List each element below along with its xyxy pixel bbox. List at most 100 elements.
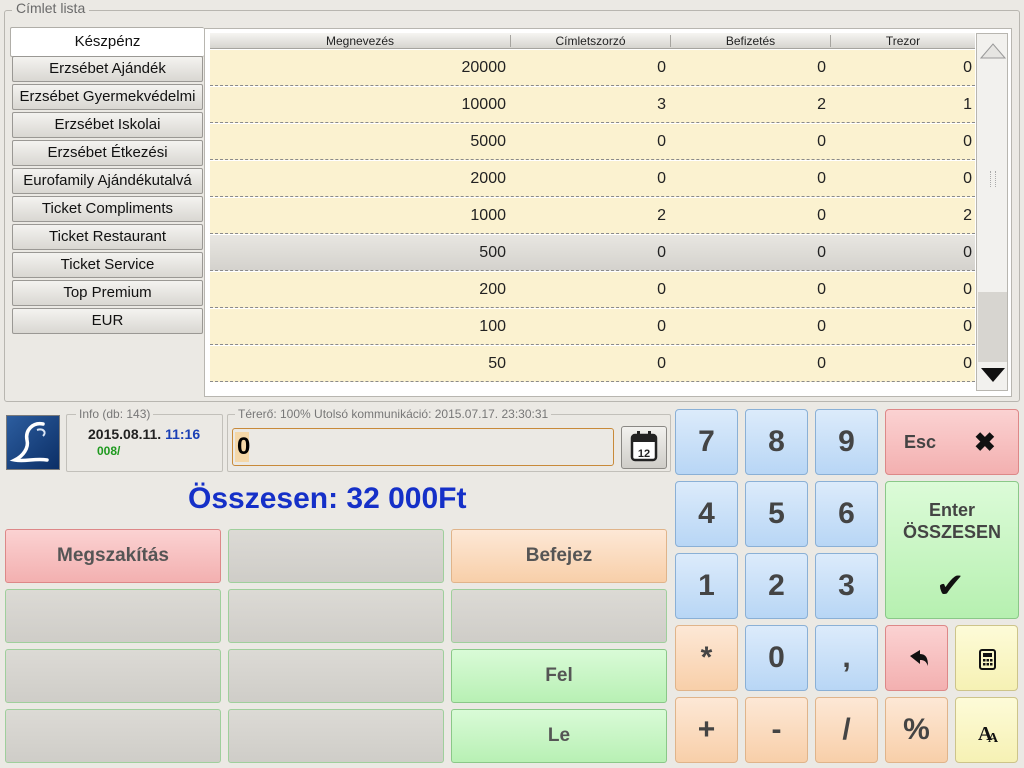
key-3[interactable]: 3 [815,553,878,619]
empty-button[interactable] [5,709,221,763]
amount-input[interactable] [232,428,614,466]
category-ticket-service[interactable]: Ticket Service [12,252,203,278]
key-minus[interactable]: - [745,697,808,763]
key-6[interactable]: 6 [815,481,878,547]
denomination-table: Megnevezés Címletszorzó Befizetés Trezor… [204,28,1012,397]
key-divide[interactable]: / [815,697,878,763]
cancel-button[interactable]: Megszakítás [5,529,221,583]
key-label: 6 [838,497,855,530]
key-label: 1 [698,569,715,602]
cell-multiplier: 2 [657,207,666,224]
down-button[interactable]: Le [451,709,667,763]
empty-button[interactable] [451,589,667,643]
scroll-track-lower[interactable] [978,292,1007,362]
info-code: 008/ [97,444,121,458]
key-0[interactable]: 0 [745,625,808,691]
table-row[interactable]: 1000 2 0 2 [210,198,975,234]
key-4[interactable]: 4 [675,481,738,547]
category-ticket-compliments[interactable]: Ticket Compliments [12,196,203,222]
col-header-name[interactable]: Megnevezés [210,34,510,48]
category-ticket-restaurant[interactable]: Ticket Restaurant [12,224,203,250]
table-scrollbar[interactable] [976,33,1008,391]
table-row[interactable]: 100 0 0 0 [210,309,975,345]
cancel-button-label: Megszakítás [57,545,169,566]
info-datetime: 2015.08.11. 11:16 [88,426,200,442]
empty-button[interactable] [228,649,444,703]
table-row[interactable]: 20000 0 0 0 [210,50,975,86]
cell-name: 20000 [461,59,507,76]
up-button[interactable]: Fel [451,649,667,703]
enter-total-button[interactable]: Enter ÖSSZESEN ✔ [885,481,1019,619]
key-comma[interactable]: , [815,625,878,691]
key-label: + [697,713,716,746]
close-icon: ✖ [974,427,996,457]
key-1[interactable]: 1 [675,553,738,619]
cell-safe: 0 [963,133,972,150]
font-size-icon: A A [978,723,999,746]
empty-button[interactable] [228,709,444,763]
col-header-safe[interactable]: Trezor [831,34,975,48]
key-percent[interactable]: % [885,697,948,763]
cell-multiplier: 0 [657,170,666,187]
cell-multiplier: 0 [657,133,666,150]
empty-button[interactable] [228,529,444,583]
key-7[interactable]: 7 [675,409,738,475]
key-label: , [842,641,851,674]
col-header-multiplier[interactable]: Címletszorzó [511,34,670,48]
calendar-button[interactable]: 12 [621,426,667,469]
up-button-label: Fel [545,665,573,686]
calculator-button[interactable] [955,625,1018,691]
table-row[interactable]: 50 0 0 0 [210,346,975,382]
key-label: 4 [698,497,715,530]
category-erzsebet-ajandek[interactable]: Erzsébet Ajándék [12,56,203,82]
category-top-premium[interactable]: Top Premium [12,280,203,306]
scroll-up-icon[interactable] [979,36,1007,64]
key-9[interactable]: 9 [815,409,878,475]
undo-button[interactable] [885,625,948,691]
app-logo [6,415,60,470]
key-label: 0 [768,641,785,674]
scroll-down-icon[interactable] [979,362,1007,390]
empty-button[interactable] [5,589,221,643]
key-label: 5 [768,497,785,530]
category-erzsebet-gyermekvedelmi[interactable]: Erzsébet Gyermekvédelmi [12,84,203,110]
category-eurofamily[interactable]: Eurofamily Ajándékutalvá [12,168,203,194]
key-5[interactable]: 5 [745,481,808,547]
key-label: 2 [768,569,785,602]
cell-name: 50 [488,355,506,372]
scroll-thumb-grip[interactable] [990,171,996,187]
down-button-label: Le [547,725,571,746]
empty-button[interactable] [5,649,221,703]
key-multiply[interactable]: * [675,625,738,691]
table-row[interactable]: 10000 3 2 1 [210,87,975,123]
cell-name: 1000 [470,207,506,224]
category-eur[interactable]: EUR [12,308,203,334]
category-cash[interactable]: Készpénz [10,27,204,57]
table-row[interactable]: 2000 0 0 0 [210,161,975,197]
table-row[interactable]: 5000 0 0 0 [210,124,975,160]
col-header-deposit[interactable]: Befizetés [671,34,830,48]
font-size-button[interactable]: A A [955,697,1018,763]
cell-name: 10000 [461,96,507,113]
cell-safe: 0 [963,59,972,76]
category-erzsebet-iskolai[interactable]: Erzsébet Iskolai [12,112,203,138]
finish-button-label: Befejez [525,545,593,566]
key-2[interactable]: 2 [745,553,808,619]
cell-name: 5000 [470,133,506,150]
cell-deposit: 0 [817,244,826,261]
cell-deposit: 0 [817,59,826,76]
key-8[interactable]: 8 [745,409,808,475]
svg-text:A: A [988,731,999,746]
cell-deposit: 0 [817,170,826,187]
empty-button[interactable] [228,589,444,643]
table-row[interactable]: 200 0 0 0 [210,272,975,308]
cell-deposit: 0 [817,281,826,298]
category-erzsebet-etkezesi[interactable]: Erzsébet Étkezési [12,140,203,166]
cell-safe: 0 [963,281,972,298]
escape-button[interactable]: Esc ✖ [885,409,1019,475]
key-plus[interactable]: + [675,697,738,763]
table-row-selected[interactable]: 500 0 0 0 [210,235,975,271]
finish-button[interactable]: Befejez [451,529,667,583]
cell-name: 2000 [470,170,506,187]
cell-safe: 0 [963,355,972,372]
